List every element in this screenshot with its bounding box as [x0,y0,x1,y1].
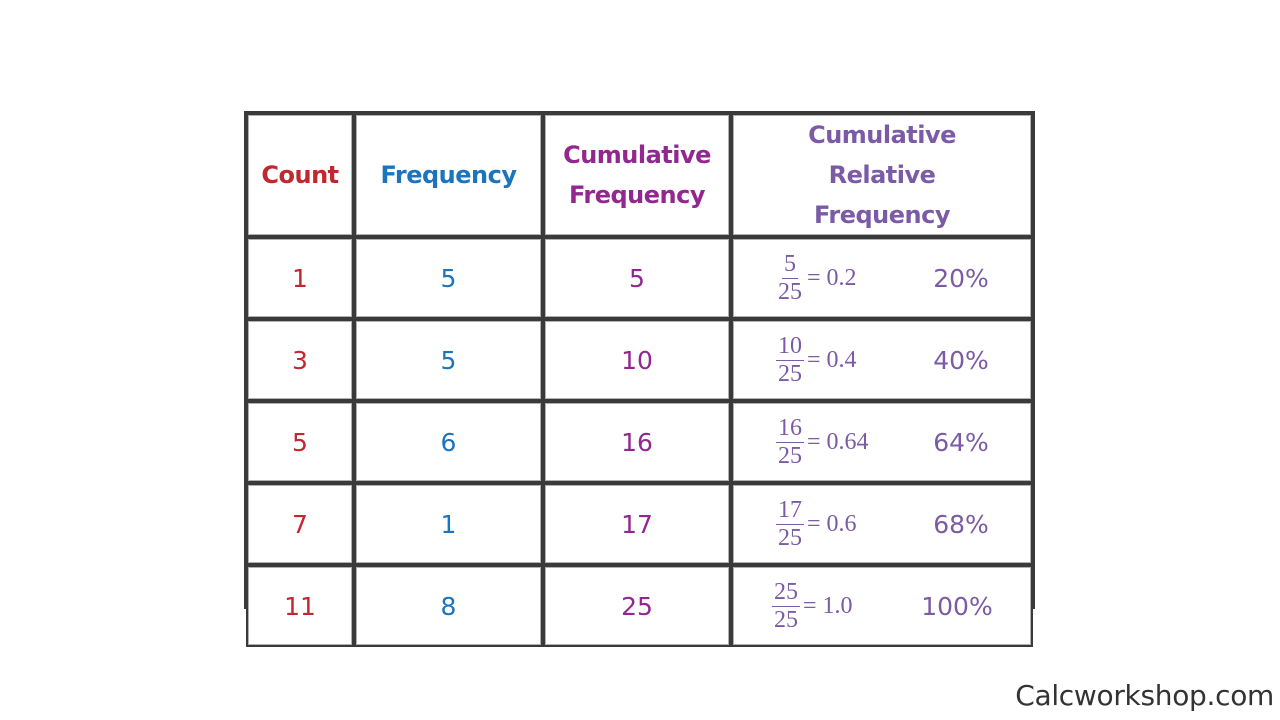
cell-cumulative-frequency: 5 [543,237,731,319]
fraction-numerator: 25 [772,578,800,607]
cell-count: 1 [246,237,354,319]
fraction-expression: 10 25 = 0.4 [776,333,906,388]
cell-cumulative-relative-frequency: 16 25 = 0.64 64% [731,401,1033,483]
fraction: 5 25 [776,251,804,306]
header-row: Count Frequency Cumulative Frequency Cum… [246,113,1033,237]
fraction: 16 25 [776,415,804,470]
fraction: 17 25 [776,497,804,552]
cell-count: 7 [246,483,354,565]
cell-cumulative-relative-frequency: 25 25 = 1.0 100% [731,565,1033,647]
fraction-result: = 0.2 [807,264,857,291]
fraction-numerator: 16 [776,414,804,443]
fraction-denominator: 25 [778,442,802,469]
fraction-numerator: 17 [776,496,804,525]
header-cumulative-relative-frequency: Cumulative Relative Frequency [731,113,1033,237]
cell-frequency: 5 [354,319,543,401]
table-row: 11 8 25 25 25 = 1.0 100% [246,565,1033,647]
percent-value: 64% [933,427,989,457]
header-cumulative-frequency: Cumulative Frequency [543,113,731,237]
table-row: 3 5 10 10 25 = 0.4 40% [246,319,1033,401]
fraction-expression: 17 25 = 0.6 [776,497,906,552]
cell-count: 5 [246,401,354,483]
cell-frequency: 6 [354,401,543,483]
cell-frequency: 1 [354,483,543,565]
cell-count: 3 [246,319,354,401]
cell-cumulative-frequency: 25 [543,565,731,647]
percent-value: 100% [921,591,993,621]
fraction-expression: 16 25 = 0.64 [776,415,906,470]
cell-count: 11 [246,565,354,647]
percent-value: 20% [933,263,989,293]
table-row: 5 6 16 16 25 = 0.64 64% [246,401,1033,483]
header-frequency: Frequency [354,113,543,237]
table-row: 1 5 5 5 25 = 0.2 20% [246,237,1033,319]
fraction: 25 25 [772,579,800,634]
cell-cumulative-frequency: 10 [543,319,731,401]
cell-cumulative-relative-frequency: 17 25 = 0.6 68% [731,483,1033,565]
percent-value: 40% [933,345,989,375]
cell-cumulative-frequency: 17 [543,483,731,565]
fraction-result: = 0.4 [807,346,857,373]
fraction-denominator: 25 [778,278,802,305]
cell-cumulative-frequency: 16 [543,401,731,483]
watermark: Calcworkshop.com [1015,679,1274,712]
cell-cumulative-relative-frequency: 5 25 = 0.2 20% [731,237,1033,319]
fraction-expression: 5 25 = 0.2 [776,251,906,306]
cell-frequency: 8 [354,565,543,647]
fraction-denominator: 25 [778,360,802,387]
percent-value: 68% [933,509,989,539]
fraction-numerator: 5 [782,250,798,279]
header-count: Count [246,113,354,237]
fraction-denominator: 25 [774,606,798,633]
cell-frequency: 5 [354,237,543,319]
cell-cumulative-relative-frequency: 10 25 = 0.4 40% [731,319,1033,401]
fraction: 10 25 [776,333,804,388]
fraction-numerator: 10 [776,332,804,361]
fraction-result: = 1.0 [803,592,853,619]
table-row: 7 1 17 17 25 = 0.6 68% [246,483,1033,565]
fraction-result: = 0.6 [807,510,857,537]
fraction-expression: 25 25 = 1.0 [772,579,902,634]
frequency-table: Count Frequency Cumulative Frequency Cum… [246,113,1033,647]
fraction-denominator: 25 [778,524,802,551]
fraction-result: = 0.64 [807,428,869,455]
